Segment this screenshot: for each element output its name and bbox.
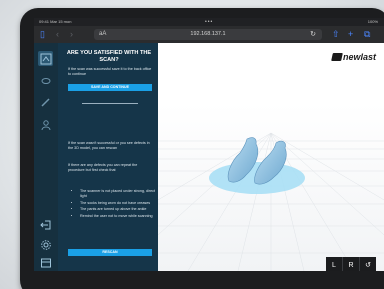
user-icon[interactable] <box>38 117 53 132</box>
3d-viewer[interactable]: newlast L R ↺ <box>158 43 384 271</box>
checklist-item: The socks being worn do not have creases <box>80 201 162 206</box>
floor-grid <box>158 103 384 271</box>
logout-icon[interactable] <box>38 217 53 232</box>
brand-name: newlast <box>342 52 376 62</box>
new-tab-icon[interactable]: + <box>348 28 353 40</box>
tablet-screen: 09:41 Mar 15 mon ••• 100% ▯ ‹ › aA 192.1… <box>34 18 384 271</box>
fail-text: If the scan wasn't successful or you see… <box>68 141 150 150</box>
checklist: The scanner is not placed under strong, … <box>70 189 162 220</box>
status-battery: 100% <box>367 19 378 24</box>
checklist-item: The pants are turned up above the ankle <box>80 207 162 212</box>
panel-title: ARE YOU SATISFIED WITH THE SCAN? <box>66 50 152 63</box>
share-icon[interactable]: ⇧ <box>332 28 340 40</box>
defects-text: If there are any defects you can repeat … <box>68 163 138 172</box>
status-time: 09:41 Mar 15 mon <box>39 19 72 24</box>
settings-icon[interactable] <box>38 237 53 252</box>
scan-icon[interactable] <box>38 51 53 66</box>
back-icon[interactable]: ‹ <box>56 28 59 40</box>
success-text: If the scan was successful save it to th… <box>68 67 152 76</box>
brand-logo: newlast <box>331 52 376 62</box>
gallery-icon[interactable] <box>38 255 53 270</box>
checklist-item: The scanner is not placed under strong, … <box>80 189 162 199</box>
foot-icon[interactable] <box>38 73 53 88</box>
rescan-button[interactable]: RESCAN <box>68 249 152 256</box>
app-icon-sidebar <box>34 43 58 271</box>
save-and-continue-button[interactable]: SAVE AND CONTINUE <box>68 84 152 91</box>
forward-icon[interactable]: › <box>70 28 73 40</box>
left-foot-button[interactable]: L <box>326 257 342 271</box>
sidebar-icon[interactable]: ▯ <box>40 28 45 40</box>
checklist-item: Remind the user not to move while scanni… <box>80 214 162 219</box>
status-bar: 09:41 Mar 15 mon ••• 100% <box>34 18 384 26</box>
tabs-icon[interactable]: ⧉ <box>364 28 370 40</box>
panel-divider <box>82 103 138 104</box>
reset-view-icon[interactable]: ↺ <box>359 257 376 271</box>
right-foot-button[interactable]: R <box>342 257 359 271</box>
scan-result-panel: ARE YOU SATISFIED WITH THE SCAN? If the … <box>58 43 158 271</box>
address-bar[interactable]: aA 192.168.137.1 ↻ <box>94 29 322 40</box>
ruler-icon[interactable] <box>38 95 53 110</box>
foot-selector: L R ↺ <box>326 257 376 271</box>
reload-icon[interactable]: ↻ <box>310 29 316 40</box>
scene-background: 09:41 Mar 15 mon ••• 100% ▯ ‹ › aA 192.1… <box>0 0 384 289</box>
browser-toolbar: ▯ ‹ › aA 192.168.137.1 ↻ ⇧ + ⧉ <box>34 26 384 43</box>
status-dots: ••• <box>205 19 214 25</box>
url-text[interactable]: 192.168.137.1 <box>94 29 322 40</box>
